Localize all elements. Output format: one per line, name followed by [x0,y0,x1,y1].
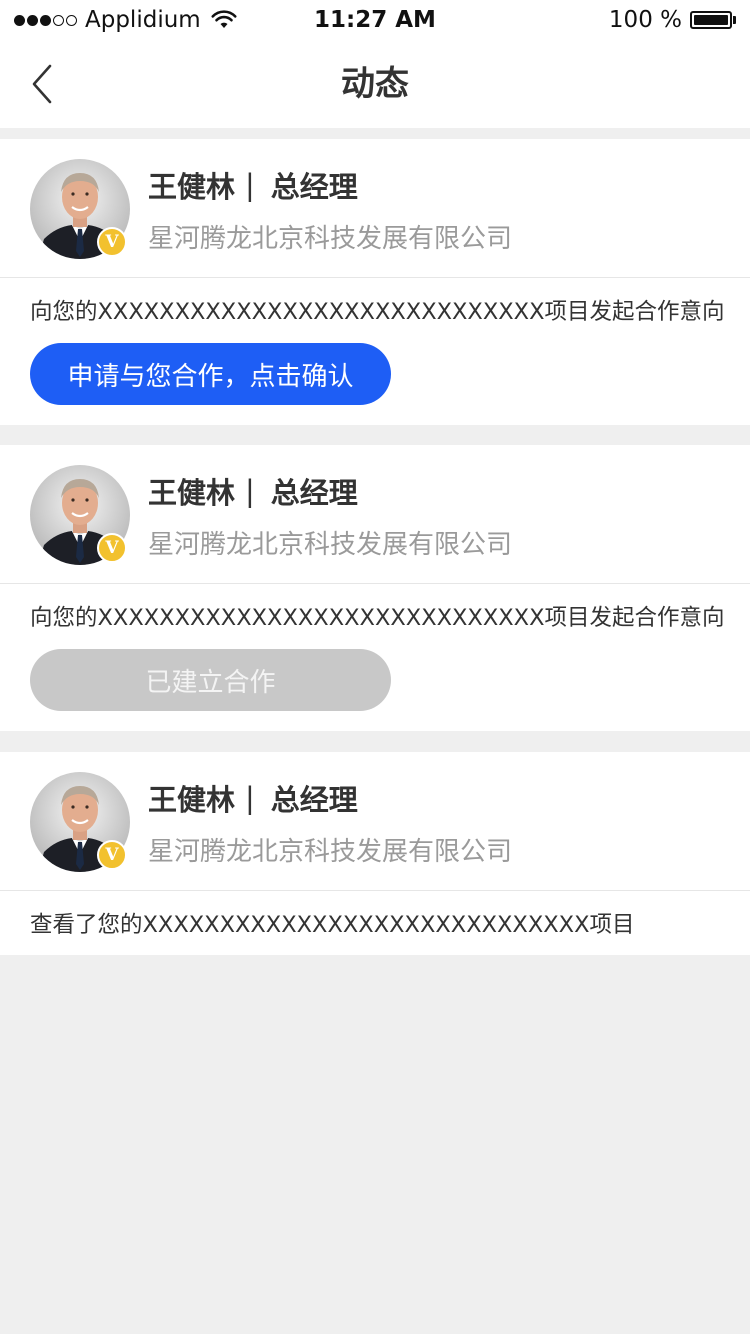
contact-name-line: 王健林 | 总经理 [148,165,358,205]
name-separator: | [245,474,255,508]
signal-dot [27,14,38,26]
feed-item-header[interactable]: V 王健林 | 总经理 星河腾龙北京科技发展有限公司 [0,752,750,891]
company-name: 星河腾龙北京科技发展有限公司 [148,224,513,254]
contact-position: 总经理 [270,476,358,510]
wifi-icon [211,10,237,30]
vip-badge: V [97,533,127,563]
contact-name: 王健林 [148,170,236,204]
back-button[interactable] [20,60,64,108]
battery-percentage: 100 % [608,7,682,33]
activity-text: 查看了您的XXXXXXXXXXXXXXXXXXXXXXXXXXXXX项目 [30,912,635,938]
contact-name: 王健林 [148,476,236,510]
avatar[interactable]: V [30,465,130,565]
feed-item: V 王健林 | 总经理 星河腾龙北京科技发展有限公司 查看了您的XXXXXXXX… [0,752,750,955]
battery-cap [733,16,736,24]
contact-position: 总经理 [270,170,358,204]
contact-position: 总经理 [270,783,358,817]
confirm-cooperation-button[interactable]: 申请与您合作，点击确认 [30,343,391,405]
contact-name-line: 王健林 | 总经理 [148,471,358,511]
status-left: Applidium [14,5,237,35]
feed-item-header[interactable]: V 王健林 | 总经理 星河腾龙北京科技发展有限公司 [0,445,750,584]
page-title: 动态 [341,64,409,104]
signal-strength-icon [14,14,79,26]
signal-dot [40,14,51,26]
company-name: 星河腾龙北京科技发展有限公司 [148,530,513,560]
feed-item: V 王健林 | 总经理 星河腾龙北京科技发展有限公司 向您的XXXXXXXXXX… [0,445,750,731]
name-separator: | [245,168,255,202]
contact-name-line: 王健林 | 总经理 [148,778,358,818]
status-right: 100 % [609,5,736,35]
signal-dot [53,14,64,26]
avatar[interactable]: V [30,159,130,259]
signal-dot [14,14,25,26]
vip-badge: V [97,840,127,870]
signal-dot [66,14,77,26]
contact-name: 王健林 [148,783,236,817]
activity-text: 向您的XXXXXXXXXXXXXXXXXXXXXXXXXXXXX项目发起合作意向 [30,605,725,631]
feed-item-header[interactable]: V 王健林 | 总经理 星河腾龙北京科技发展有限公司 [0,139,750,278]
navigation-bar: 动态 [0,40,750,128]
company-name: 星河腾龙北京科技发展有限公司 [148,837,513,867]
vip-badge: V [97,227,127,257]
name-separator: | [245,781,255,815]
battery-icon [690,11,736,29]
chevron-left-icon [32,64,52,104]
activity-text: 向您的XXXXXXXXXXXXXXXXXXXXXXXXXXXXX项目发起合作意向 [30,299,725,325]
cooperation-established-button[interactable]: 已建立合作 [30,649,391,711]
battery-body [690,11,732,29]
carrier-name: Applidium [85,7,201,33]
feed-item: V 王健林 | 总经理 星河腾龙北京科技发展有限公司 向您的XXXXXXXXXX… [0,139,750,425]
avatar[interactable]: V [30,772,130,872]
battery-fill [694,15,728,25]
status-bar: Applidium 11:27 AM 100 % [0,0,750,40]
